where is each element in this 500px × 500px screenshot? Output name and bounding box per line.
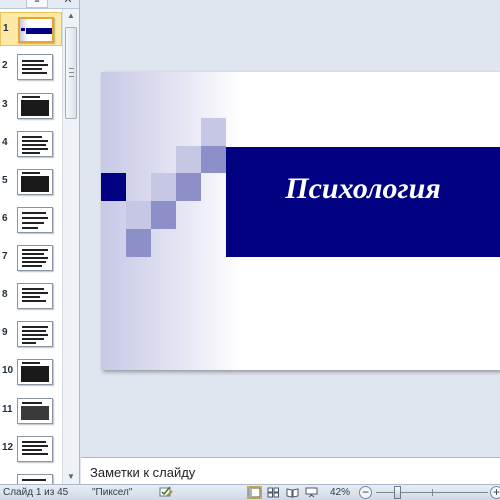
pixel-square [201, 146, 226, 173]
pixel-square [201, 118, 226, 146]
slide-preview [17, 283, 53, 309]
slide-thumbnail-2[interactable]: 2 [0, 50, 62, 84]
slide-preview [17, 131, 53, 157]
slide-preview [17, 245, 53, 271]
slide-thumbnail-10[interactable]: 10 [0, 355, 62, 389]
pixel-square [151, 201, 176, 229]
slide-preview [17, 321, 53, 347]
slide-number: 3 [2, 99, 8, 110]
slide-thumbnail-8[interactable]: 8 [0, 279, 62, 313]
slide-number: 10 [2, 365, 14, 376]
slide-number: 12 [2, 442, 14, 453]
slide-thumbnail-5[interactable]: 5 [0, 165, 62, 199]
slide-preview [17, 54, 53, 80]
pixel-square [126, 201, 151, 229]
tab-slides[interactable]: ≡ [26, 0, 48, 8]
thumbnail-scrollbar[interactable]: ▲ ▼ [62, 9, 79, 484]
slide-thumbnail-4[interactable]: 4 [0, 127, 62, 161]
slide-number: 1 [3, 23, 9, 34]
slide-thumbnail-partial[interactable] [0, 470, 62, 484]
slide-preview [17, 398, 53, 424]
slide-thumbnail-3[interactable]: 3 [0, 89, 62, 123]
zoom-center-tick [432, 489, 433, 496]
slide-thumbnail-9[interactable]: 9 [0, 317, 62, 351]
pixel-square [176, 146, 201, 173]
slide-number: 9 [2, 327, 8, 338]
slide-preview [18, 17, 54, 43]
slide-thumbnail-1[interactable]: 1 [0, 12, 62, 46]
slide-editor: Психология [81, 0, 500, 453]
slide-preview [17, 93, 53, 119]
slide-number: 6 [2, 213, 8, 224]
current-slide[interactable]: Психология [101, 72, 500, 370]
slide-preview [17, 169, 53, 195]
slide-thumbnail-7[interactable]: 7 [0, 241, 62, 275]
theme-name[interactable]: "Пиксел" [92, 487, 132, 498]
slide-thumbnail-6[interactable]: 6 [0, 203, 62, 237]
slide-preview [17, 436, 53, 462]
slide-number: 7 [2, 251, 8, 262]
notes-placeholder: Заметки к слайду [90, 465, 196, 480]
slide-title[interactable]: Психология [226, 172, 500, 206]
zoom-slider-knob[interactable] [394, 486, 402, 499]
pixel-square [176, 173, 201, 201]
zoom-in-button[interactable]: + [490, 486, 500, 499]
slide-number: 4 [2, 137, 8, 148]
pixel-square [151, 173, 176, 201]
slide-number: 11 [2, 404, 13, 415]
slide-number: 5 [2, 175, 8, 186]
normal-view-icon[interactable] [247, 486, 262, 499]
slide-number: 2 [2, 60, 8, 71]
notes-pane[interactable]: Заметки к слайду [81, 457, 500, 484]
slide-preview [17, 474, 53, 484]
zoom-out-button[interactable]: − [359, 486, 372, 499]
spell-check-icon[interactable] [158, 486, 174, 499]
slides-pane: ≡ ✕ 1 2 3 4 5 6 7 8 9 10 11 12 ▲ ▼ [0, 0, 80, 484]
tab-outline[interactable] [0, 0, 14, 8]
slideshow-icon[interactable] [304, 486, 319, 499]
slide-preview [17, 207, 53, 233]
slide-thumbnail-12[interactable]: 12 [0, 432, 62, 466]
scroll-up-icon[interactable]: ▲ [63, 9, 79, 23]
reading-view-icon[interactable] [285, 486, 300, 499]
scroll-down-icon[interactable]: ▼ [63, 470, 79, 484]
slide-sorter-icon[interactable] [266, 486, 281, 499]
slide-preview [17, 359, 53, 385]
grip-icon [69, 68, 74, 77]
zoom-level[interactable]: 42% [330, 487, 350, 498]
status-bar: Слайд 1 из 45 "Пиксел" 42% − + [0, 484, 500, 500]
pixel-square [126, 229, 151, 257]
pixel-square [101, 173, 126, 201]
close-pane-icon[interactable]: ✕ [62, 0, 74, 8]
pane-tabs: ≡ ✕ [0, 0, 79, 9]
slide-thumbnail-11[interactable]: 11 [0, 394, 62, 428]
scrollbar-thumb[interactable] [65, 27, 77, 119]
slide-counter: Слайд 1 из 45 [3, 487, 69, 498]
slide-number: 8 [2, 289, 8, 300]
